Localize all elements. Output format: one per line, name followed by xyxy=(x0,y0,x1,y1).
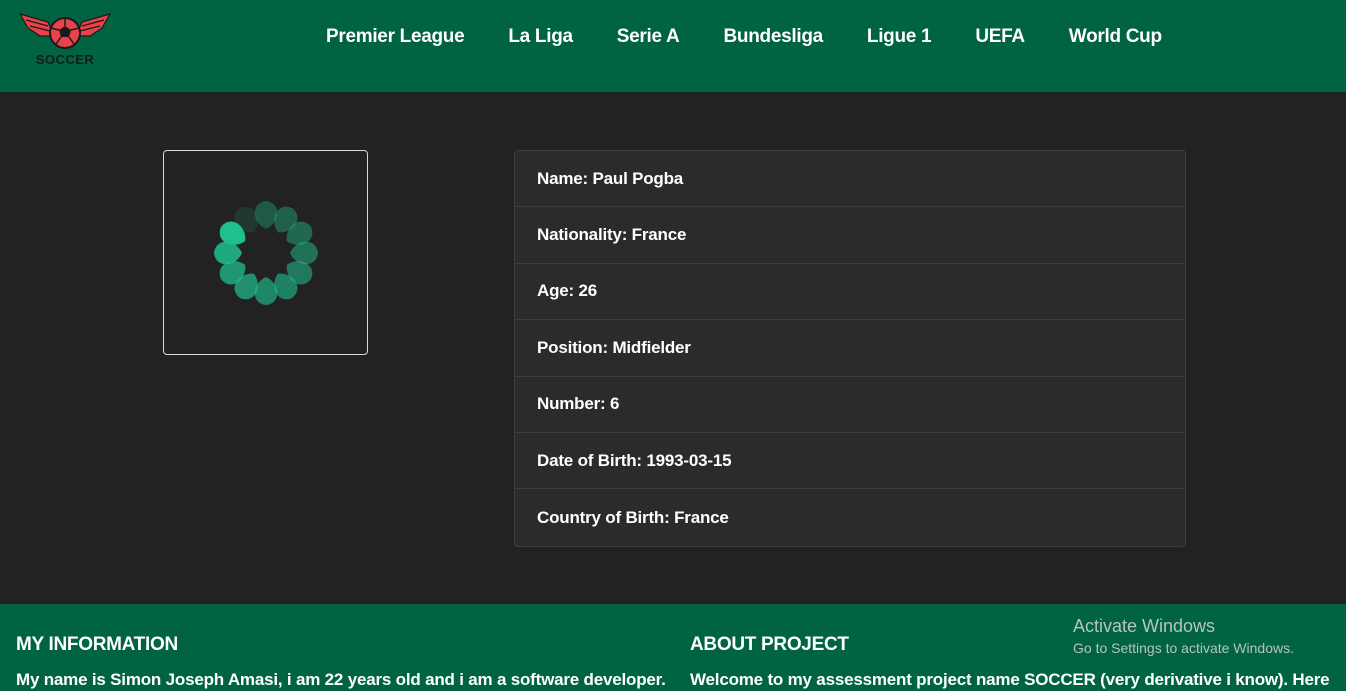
nav-world-cup[interactable]: World Cup xyxy=(1047,24,1184,50)
nav-uefa[interactable]: UEFA xyxy=(953,24,1046,50)
logo-text: SOCCER xyxy=(35,52,95,67)
activation-title: Activate Windows xyxy=(1073,616,1216,636)
my-information-section: MY INFORMATION My name is Simon Joseph A… xyxy=(16,634,666,690)
my-information-heading: MY INFORMATION xyxy=(16,634,178,655)
about-project-text: Welcome to my assessment project name SO… xyxy=(690,670,1330,689)
loading-spinner-icon xyxy=(213,200,318,305)
soccer-logo[interactable]: SOCCER xyxy=(18,10,112,70)
player-age: Age: 26 xyxy=(515,264,1185,321)
spinner-petal xyxy=(289,241,318,264)
soccer-ball-wings-icon xyxy=(18,13,112,49)
navbar: SOCCER Premier League La Liga Serie A Bu… xyxy=(0,0,1346,92)
nav-bundesliga[interactable]: Bundesliga xyxy=(701,24,844,50)
nav-serie-a[interactable]: Serie A xyxy=(595,24,702,50)
activation-subtitle: Go to Settings to activate Windows. xyxy=(1073,640,1294,656)
my-information-text: My name is Simon Joseph Amasi, i am 22 y… xyxy=(16,670,666,689)
player-date-of-birth: Date of Birth: 1993-03-15 xyxy=(515,433,1185,490)
player-number: Number: 6 xyxy=(515,377,1185,433)
nav-premier-league[interactable]: Premier League xyxy=(304,24,486,50)
spinner-petal xyxy=(213,241,242,264)
player-nationality: Nationality: France xyxy=(515,207,1185,264)
player-photo xyxy=(163,150,368,355)
spinner-petal xyxy=(254,200,277,229)
spinner-petal xyxy=(254,276,277,305)
nav-la-liga[interactable]: La Liga xyxy=(486,24,594,50)
player-position: Position: Midfielder xyxy=(515,320,1185,377)
windows-activation-watermark: Activate Windows Go to Settings to activ… xyxy=(1073,614,1294,657)
player-info-list: Name: Paul Pogba Nationality: France Age… xyxy=(514,150,1186,547)
nav-ligue-1[interactable]: Ligue 1 xyxy=(845,24,953,50)
player-country-of-birth: Country of Birth: France xyxy=(537,507,729,527)
main-nav: Premier League La Liga Serie A Bundeslig… xyxy=(304,24,1184,50)
player-name: Name: Paul Pogba xyxy=(515,151,1185,208)
